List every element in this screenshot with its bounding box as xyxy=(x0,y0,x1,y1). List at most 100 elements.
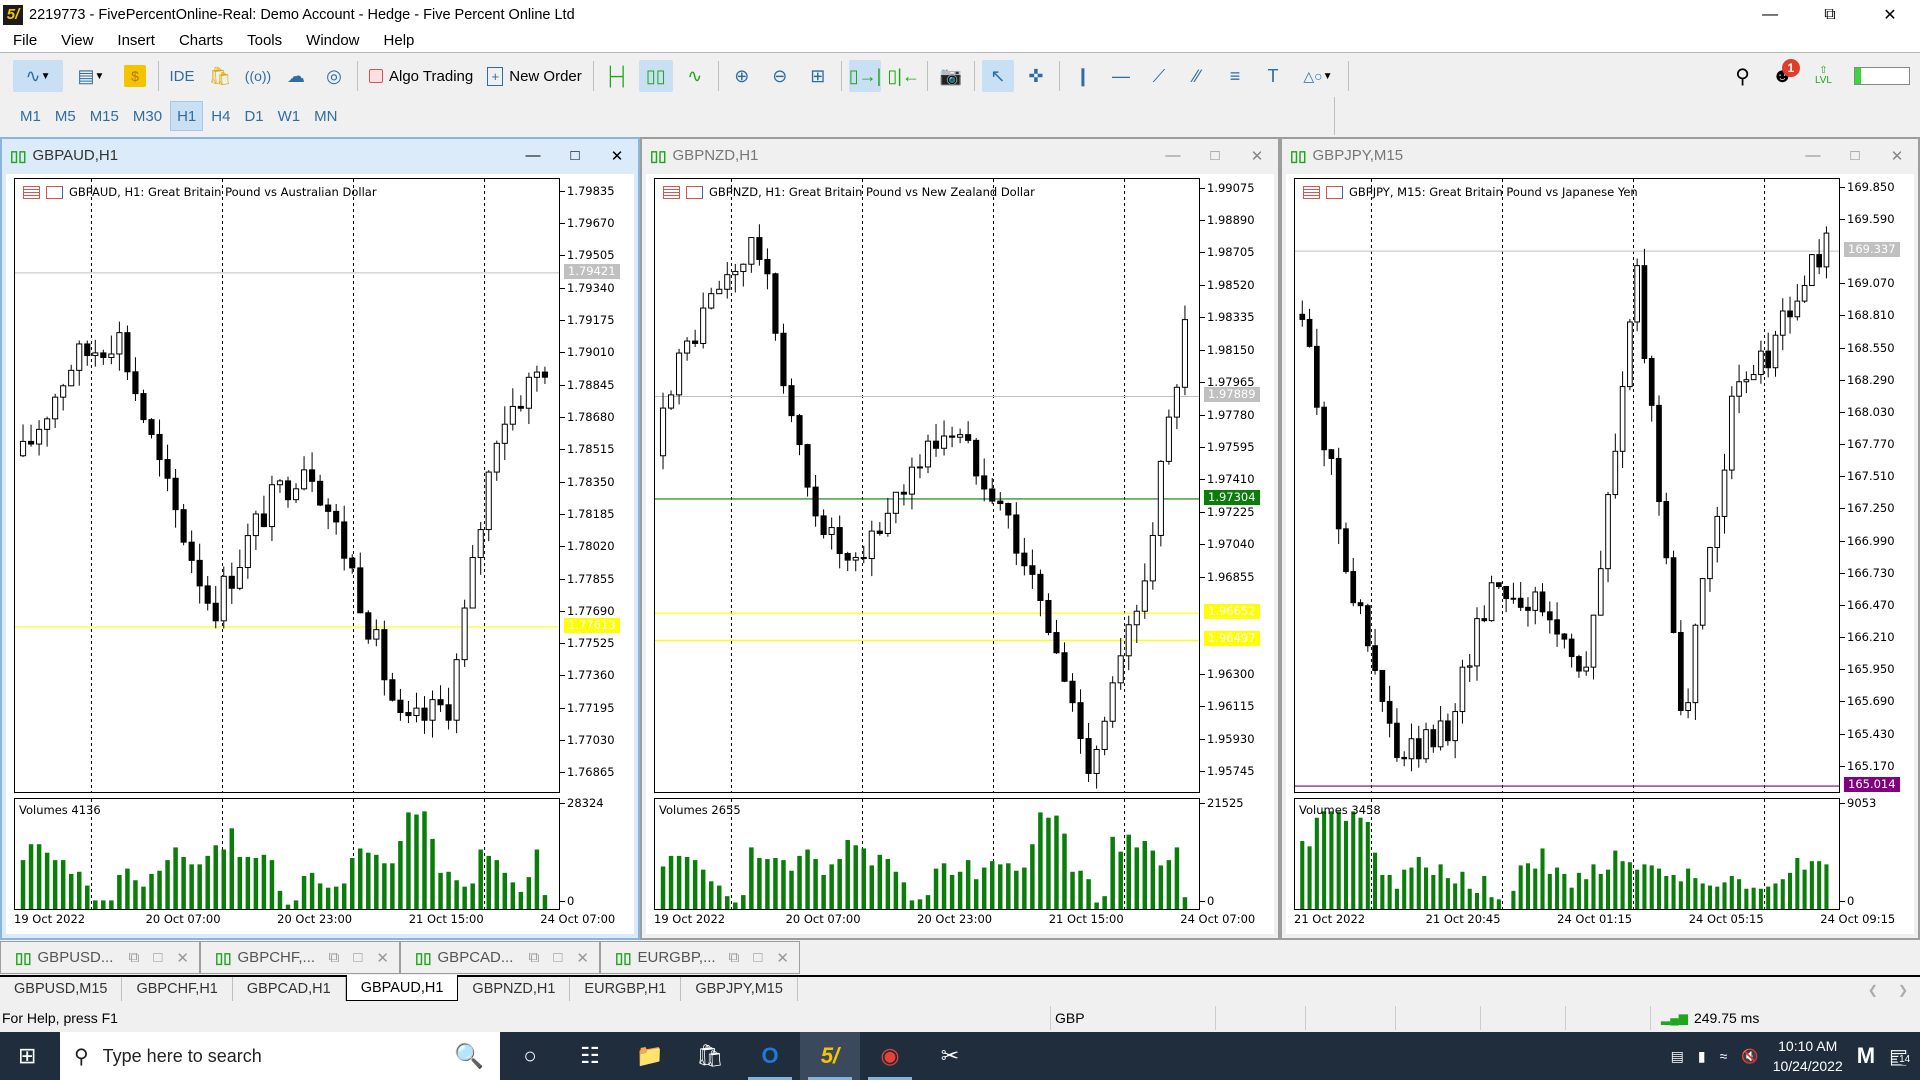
time-axis[interactable]: 21 Oct 2022 21 Oct 20:45 24 Oct 01:15 24 Oc… xyxy=(1294,912,1900,930)
minimize-icon[interactable]: — xyxy=(512,147,554,165)
menu-view[interactable]: View xyxy=(49,32,105,49)
maximize-icon[interactable]: □ xyxy=(554,147,596,165)
notifications-button[interactable]: ▤14 xyxy=(1889,1044,1913,1069)
autoscroll-button[interactable]: ▯→| xyxy=(848,60,882,92)
restore-icon[interactable]: ⧉ xyxy=(129,949,140,967)
horizontal-line-button[interactable]: — xyxy=(1105,60,1137,92)
file-explorer-button[interactable]: 📁 xyxy=(620,1032,680,1080)
timeframe-h1[interactable]: H1 xyxy=(170,101,204,131)
minimize-icon[interactable]: — xyxy=(1740,0,1800,29)
app-icon[interactable]: M xyxy=(1857,1043,1875,1069)
menu-window[interactable]: Window xyxy=(294,32,371,49)
new-order-button[interactable]: + New Order xyxy=(483,60,586,92)
maximize-icon[interactable]: □ xyxy=(1194,147,1236,165)
text-button[interactable]: T xyxy=(1257,60,1289,92)
close-icon[interactable]: ✕ xyxy=(376,949,389,967)
chart-tab[interactable]: GBPJPY,M15 xyxy=(681,977,798,1001)
restore-icon[interactable]: ⧉ xyxy=(1800,0,1860,29)
restore-icon[interactable]: ⧉ xyxy=(329,949,340,967)
volume-pane[interactable]: Volumes 2655 xyxy=(654,798,1200,910)
menu-file[interactable]: File xyxy=(0,32,49,49)
volume-muted-icon[interactable]: 🔇 xyxy=(1741,1048,1758,1065)
mt5-taskbar-button[interactable]: 5/ xyxy=(800,1032,860,1080)
channel-button[interactable]: ∕∕ xyxy=(1181,60,1213,92)
store-button[interactable]: 🛍 xyxy=(680,1032,740,1080)
template-dropdown[interactable]: ▤ ▼ xyxy=(69,60,113,92)
chrome-button[interactable]: ◉ xyxy=(860,1032,920,1080)
chart-window-header[interactable]: ▯▯ GBPNZD,H1 — □ ✕ xyxy=(642,139,1278,172)
news-icon[interactable]: ▤ xyxy=(1671,1048,1684,1065)
close-icon[interactable]: ✕ xyxy=(1876,147,1918,165)
maximize-icon[interactable]: □ xyxy=(553,949,562,967)
timeframe-m5[interactable]: M5 xyxy=(49,101,82,131)
signals-button[interactable]: ((o)) xyxy=(242,60,274,92)
chart-window[interactable]: ▯▯ GBPJPY,M15 — □ ✕ GBPJPY, M15: Great Brit… xyxy=(1280,137,1920,940)
scroll-right-icon[interactable]: ❯ xyxy=(1898,983,1908,997)
chart-tab[interactable]: GBPCAD,H1 xyxy=(233,977,346,1001)
menu-insert[interactable]: Insert xyxy=(105,32,167,49)
minimized-window[interactable]: ▯▯ GBPCAD... ⧉ □ ✕ xyxy=(400,941,600,974)
account-button[interactable]: ☻ 1 xyxy=(1772,58,1800,88)
chart-type-dropdown[interactable]: ∿ ▼ xyxy=(13,60,63,92)
snipping-tool-button[interactable]: ✂ xyxy=(920,1032,980,1080)
price-pane[interactable]: GBPAUD, H1: Great Britain Pound vs Austr… xyxy=(14,178,560,793)
timeframe-w1[interactable]: W1 xyxy=(272,101,307,131)
chart-window[interactable]: ▯▯ GBPAUD,H1 — □ ✕ GBPAUD, H1: Great Britai… xyxy=(0,137,640,940)
vertical-line-button[interactable]: ❙ xyxy=(1067,60,1099,92)
chart-window-header[interactable]: ▯▯ GBPJPY,M15 — □ ✕ xyxy=(1282,139,1918,172)
clock[interactable]: 10:10 AM 10/24/2022 xyxy=(1773,1036,1843,1076)
price-pane[interactable]: GBPJPY, M15: Great Britain Pound vs Japa… xyxy=(1294,178,1840,793)
close-icon[interactable]: ✕ xyxy=(1860,0,1920,29)
search-icon[interactable]: ⚲ xyxy=(1735,64,1750,89)
line-chart-button[interactable]: ∿ xyxy=(679,60,711,92)
scroll-left-icon[interactable]: ❮ xyxy=(1868,983,1878,997)
tile-windows-button[interactable]: ⊞ xyxy=(802,60,834,92)
volume-pane[interactable]: Volumes 3458 xyxy=(1294,798,1840,910)
close-icon[interactable]: ✕ xyxy=(1236,147,1278,165)
taskbar-search[interactable]: ⚲ Type here to search 🔍 xyxy=(60,1032,500,1080)
candlestick-button[interactable]: ▯▯ xyxy=(638,60,673,92)
cursor-button[interactable]: ↖ xyxy=(981,60,1014,92)
price-axis[interactable]: 169.850 169.590 169.070 168.810 168.550 168.2… xyxy=(1840,178,1920,793)
chart-area[interactable]: GBPJPY, M15: Great Britain Pound vs Japa… xyxy=(1286,174,1914,934)
zoom-in-button[interactable]: ⊕ xyxy=(726,60,758,92)
trendline-button[interactable]: ⟋ xyxy=(1143,60,1175,92)
close-icon[interactable]: ✕ xyxy=(176,949,189,967)
zoom-out-button[interactable]: ⊖ xyxy=(764,60,796,92)
restore-icon[interactable]: ⧉ xyxy=(529,949,540,967)
indicator-list-icon[interactable] xyxy=(1303,185,1320,199)
menu-charts[interactable]: Charts xyxy=(167,32,235,49)
level-button[interactable]: ⇧ LVL xyxy=(1815,66,1832,86)
start-button[interactable]: ⊞ xyxy=(18,1043,36,1069)
time-axis[interactable]: 19 Oct 2022 20 Oct 07:00 20 Oct 23:00 21 Oc… xyxy=(14,912,620,930)
objects-list-icon[interactable] xyxy=(46,185,63,199)
fibonacci-button[interactable]: ≡ xyxy=(1219,60,1251,92)
price-axis[interactable]: 1.99075 1.98890 1.98705 1.98520 1.98335 1.981… xyxy=(1200,178,1280,793)
objects-list-icon[interactable] xyxy=(1326,185,1343,199)
task-view-button[interactable]: ☷ xyxy=(560,1032,620,1080)
chart-shift-button[interactable]: ▯|← xyxy=(887,60,920,92)
battery-icon[interactable]: ▮ xyxy=(1698,1048,1706,1065)
dollar-button[interactable]: $ xyxy=(119,60,151,92)
objects-list-icon[interactable] xyxy=(686,185,703,199)
connection-status[interactable]: ▂▄▆ 249.75 ms xyxy=(1650,1006,1810,1030)
market-button[interactable]: 🛍 xyxy=(204,60,236,92)
maximize-icon[interactable]: □ xyxy=(1834,147,1876,165)
vps-button[interactable]: ☁ xyxy=(280,60,312,92)
outlook-button[interactable]: O xyxy=(740,1032,800,1080)
menu-tools[interactable]: Tools xyxy=(235,32,294,49)
menu-help[interactable]: Help xyxy=(372,32,427,49)
crosshair-button[interactable]: ✜ xyxy=(1020,60,1052,92)
algo-trading-button[interactable]: Algo Trading xyxy=(365,60,477,92)
close-icon[interactable]: ✕ xyxy=(776,949,789,967)
volume-pane[interactable]: Volumes 4136 xyxy=(14,798,560,910)
minimize-icon[interactable]: — xyxy=(1792,147,1834,165)
minimized-window[interactable]: ▯▯ GBPUSD... ⧉ □ ✕ xyxy=(0,941,200,974)
timeframe-mn[interactable]: MN xyxy=(308,101,343,131)
timeframe-d1[interactable]: D1 xyxy=(238,101,269,131)
wifi-icon[interactable]: ≈ xyxy=(1720,1048,1728,1064)
maximize-icon[interactable]: □ xyxy=(353,949,362,967)
price-pane[interactable]: GBPNZD, H1: Great Britain Pound vs New Z… xyxy=(654,178,1200,793)
close-icon[interactable]: ✕ xyxy=(576,949,589,967)
chart-tab[interactable]: EURGBP,H1 xyxy=(570,977,682,1001)
